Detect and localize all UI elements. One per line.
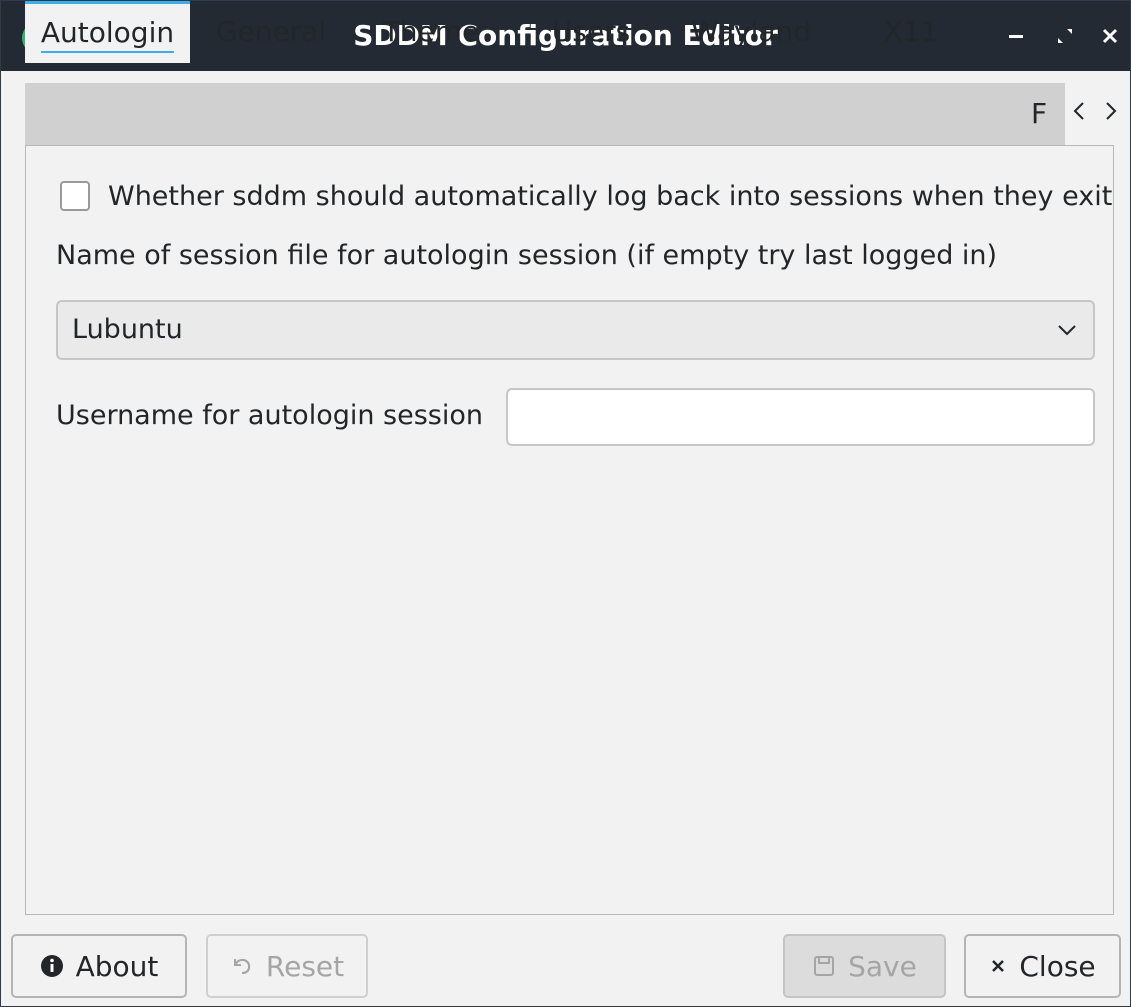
tab-theme-label: Theme [382, 15, 480, 48]
tab-x11[interactable]: X11 [861, 1, 961, 63]
chevron-right-icon [1103, 100, 1119, 126]
tab-theme[interactable]: Theme [361, 1, 501, 63]
info-icon [40, 954, 64, 978]
minimize-icon [1007, 27, 1025, 49]
minimize-button[interactable] [1001, 23, 1031, 53]
about-button-label: About [75, 949, 159, 983]
tab-x11-label: X11 [883, 15, 939, 48]
relogin-label: Whether sddm should automatically log ba… [108, 180, 1113, 212]
maximize-button[interactable] [1050, 23, 1080, 53]
maximize-icon [1055, 26, 1075, 50]
session-select[interactable]: Lubuntu [56, 300, 1095, 360]
tab-wayland[interactable]: Wayland [671, 1, 831, 63]
tab-partial[interactable]: F [1031, 83, 1061, 145]
save-icon [812, 954, 836, 978]
tab-general-label: General [215, 15, 327, 48]
about-button[interactable]: About [11, 934, 187, 998]
relogin-option[interactable]: Whether sddm should automatically log ba… [60, 176, 1112, 216]
session-label: Name of session file for autologin sessi… [56, 240, 998, 271]
reset-button-label: Reset [265, 949, 345, 983]
tab-partial-label: F [1031, 97, 1048, 130]
close-button-label: Close [1019, 949, 1096, 983]
tab-users-label: Users [551, 15, 631, 48]
reset-button[interactable]: Reset [206, 934, 368, 998]
tab-scroll-left-button[interactable] [1063, 93, 1095, 133]
relogin-checkbox[interactable] [60, 181, 90, 211]
username-label: Username for autologin session [56, 400, 483, 431]
app-window: SDDM Configuration Editor Autologin Gene… [0, 0, 1131, 1007]
close-icon [1100, 26, 1120, 50]
undo-icon [230, 954, 254, 978]
save-button-label: Save [848, 949, 917, 983]
chevron-down-icon [1053, 316, 1081, 344]
tab-general[interactable]: General [196, 1, 346, 63]
tab-wayland-label: Wayland [690, 15, 812, 48]
chevron-left-icon [1071, 100, 1087, 126]
tab-bar [25, 83, 1065, 145]
tab-users[interactable]: Users [526, 1, 656, 63]
close-icon [989, 957, 1007, 975]
close-window-button[interactable] [1095, 23, 1125, 53]
save-button[interactable]: Save [783, 934, 946, 998]
autologin-panel: Whether sddm should automatically log ba… [25, 145, 1114, 915]
close-button[interactable]: Close [964, 934, 1121, 998]
tab-scroll-right-button[interactable] [1095, 93, 1127, 133]
tab-autologin-label: Autologin [40, 16, 175, 53]
session-select-value: Lubuntu [72, 314, 183, 345]
tab-autologin[interactable]: Autologin [25, 1, 190, 63]
username-input[interactable] [506, 388, 1095, 446]
